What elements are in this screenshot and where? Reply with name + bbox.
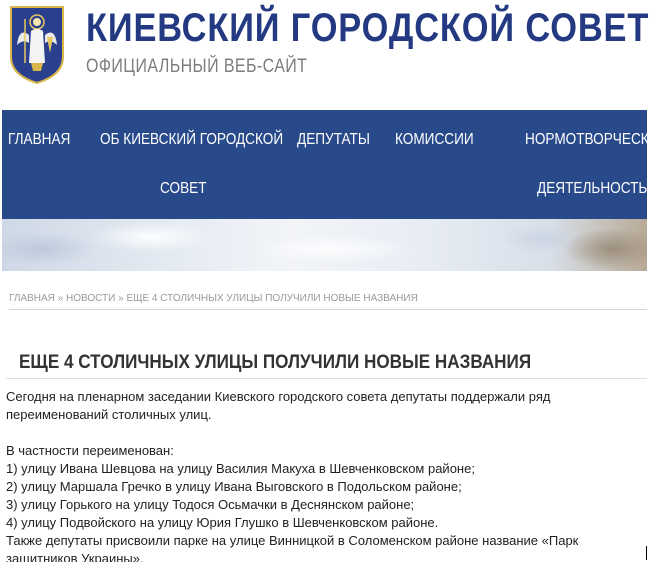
- divider: [9, 309, 647, 310]
- title-divider: [6, 378, 647, 379]
- scroll-edge-marker: [646, 546, 647, 560]
- site-header: КИЕВСКИЙ ГОРОДСКОЙ СОВЕТ ОФИЦИАЛЬНЫЙ ВЕБ…: [0, 0, 649, 100]
- breadcrumb-news[interactable]: НОВОСТИ: [66, 293, 115, 304]
- nav-item-lawmaking-line2[interactable]: ДЕЯТЕЛЬНОСТЬ: [537, 178, 647, 200]
- site-subtitle: ОФИЦИАЛЬНЫЙ ВЕБ-САЙТ: [86, 56, 308, 77]
- list-item: 2) улицу Маршала Гречко в улицу Ивана Вы…: [6, 479, 462, 494]
- list-item: 4) улицу Подвойского на улицу Юрия Глушк…: [6, 515, 439, 530]
- list-item: 3) улицу Горького на улицу Тодося Осьмач…: [6, 497, 415, 512]
- nav-item-deputies[interactable]: ДЕПУТАТЫ: [297, 129, 370, 151]
- breadcrumb: ГЛАВНАЯ » НОВОСТИ » ЕЩЕ 4 СТОЛИЧНЫХ УЛИЦ…: [9, 292, 418, 305]
- breadcrumb-separator: »: [54, 293, 66, 304]
- kyiv-coat-of-arms-icon[interactable]: [9, 5, 65, 85]
- article-body: Сегодня на пленарном заседании Киевского…: [6, 388, 646, 562]
- main-nav: ГЛАВНАЯ ОБ КИЕВСКИЙ ГОРОДСКОЙ СОВЕТ ДЕПУ…: [2, 110, 649, 219]
- nav-item-about-line2[interactable]: СОВЕТ: [160, 178, 207, 200]
- nav-item-about[interactable]: ОБ КИЕВСКИЙ ГОРОДСКОЙ: [100, 129, 283, 151]
- breadcrumb-current: ЕЩЕ 4 СТОЛИЧНЫХ УЛИЦЫ ПОЛУЧИЛИ НОВЫЕ НАЗ…: [126, 293, 418, 304]
- page: КИЕВСКИЙ ГОРОДСКОЙ СОВЕТ ОФИЦИАЛЬНЫЙ ВЕБ…: [0, 0, 649, 562]
- site-title[interactable]: КИЕВСКИЙ ГОРОДСКОЙ СОВЕТ: [86, 4, 649, 52]
- breadcrumb-home[interactable]: ГЛАВНАЯ: [9, 293, 55, 304]
- nav-item-home[interactable]: ГЛАВНАЯ: [8, 129, 70, 151]
- nav-item-commissions[interactable]: КОМИССИИ: [395, 129, 474, 151]
- list-item: 1) улицу Ивана Шевцова на улицу Василия …: [6, 461, 475, 476]
- article-closing: Также депутаты присвоили парке на улице …: [6, 533, 579, 562]
- nav-item-lawmaking[interactable]: НОРМОТВОРЧЕСКАЯ: [525, 129, 649, 151]
- breadcrumb-separator: »: [115, 293, 127, 304]
- hero-banner: [2, 219, 647, 271]
- article-list-heading: В частности переименован:: [6, 443, 174, 458]
- article-title: ЕЩЕ 4 СТОЛИЧНЫХ УЛИЦЫ ПОЛУЧИЛИ НОВЫЕ НАЗ…: [19, 352, 532, 373]
- article-intro: Сегодня на пленарном заседании Киевского…: [6, 389, 551, 422]
